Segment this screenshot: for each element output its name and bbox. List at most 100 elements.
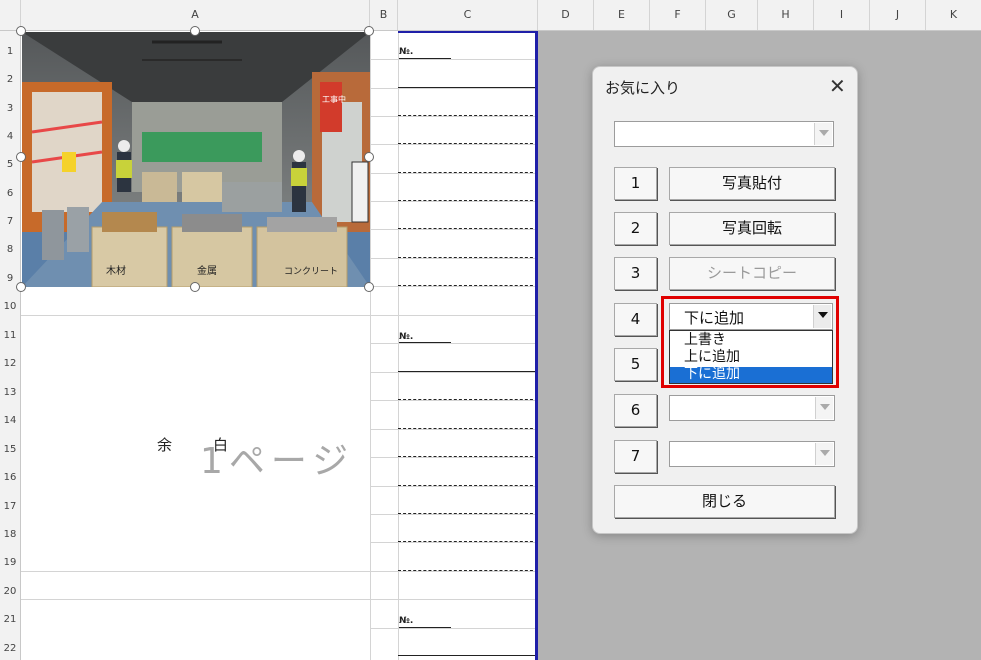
sign-concrete: コンクリート — [284, 266, 338, 277]
grid-line — [370, 628, 538, 629]
resize-handle[interactable] — [16, 282, 26, 292]
chevron-down-icon[interactable] — [815, 397, 833, 419]
row-header[interactable]: 6 — [0, 188, 20, 199]
row-header[interactable]: 13 — [0, 387, 20, 398]
row-header[interactable]: 12 — [0, 358, 20, 369]
grid-line — [370, 229, 538, 230]
slot-6-button[interactable]: 6 — [614, 394, 657, 427]
row-header[interactable]: 17 — [0, 501, 20, 512]
grid-line — [370, 514, 538, 515]
row-header[interactable]: 4 — [0, 131, 20, 142]
dropdown-option-insert-below[interactable]: 下に追加 — [670, 367, 832, 383]
row-header[interactable]: 16 — [0, 472, 20, 483]
grid-line — [370, 31, 371, 660]
sign-wood: 木材 — [106, 264, 126, 277]
chevron-down-icon[interactable] — [813, 305, 831, 328]
number-underline — [399, 58, 451, 59]
row-header[interactable]: 10 — [0, 301, 20, 312]
column-header-c[interactable]: C — [398, 0, 538, 30]
favorite-select-combo[interactable] — [614, 121, 834, 147]
sheet-copy-button[interactable]: シートコピー — [669, 257, 835, 290]
resize-handle[interactable] — [364, 152, 374, 162]
dotted-line — [398, 228, 538, 229]
row-header[interactable]: 11 — [0, 330, 20, 341]
dotted-line — [398, 428, 538, 429]
resize-handle[interactable] — [190, 26, 200, 36]
column-header-h[interactable]: H — [758, 0, 814, 30]
row-header[interactable]: 7 — [0, 216, 20, 227]
dotted-line — [398, 456, 538, 457]
row-header[interactable]: 3 — [0, 103, 20, 114]
dialog-title: お気に入り — [605, 79, 681, 97]
slot-2-button[interactable]: 2 — [614, 212, 657, 245]
grid-line — [398, 31, 399, 660]
number-underline — [399, 627, 451, 628]
grid-line — [21, 571, 538, 572]
slot-7-combo[interactable] — [669, 441, 835, 467]
grid-line — [370, 542, 538, 543]
page-break-border-top — [398, 31, 538, 33]
row-header[interactable]: 21 — [0, 614, 20, 625]
row-header[interactable]: 20 — [0, 586, 20, 597]
row-header[interactable]: 22 — [0, 643, 20, 654]
resize-handle[interactable] — [16, 152, 26, 162]
photo-rotate-button[interactable]: 写真回転 — [669, 212, 835, 245]
column-header-i[interactable]: I — [814, 0, 870, 30]
column-header-e[interactable]: E — [594, 0, 650, 30]
slot-1-button[interactable]: 1 — [614, 167, 657, 200]
dotted-line — [398, 541, 538, 542]
dotted-line — [398, 485, 538, 486]
row-header[interactable]: 15 — [0, 444, 20, 455]
column-header-g[interactable]: G — [706, 0, 758, 30]
dialog-close-button[interactable]: 閉じる — [614, 485, 835, 518]
row-header[interactable]: 14 — [0, 415, 20, 426]
column-header-b[interactable]: B — [370, 0, 398, 30]
ruled-line — [398, 655, 538, 656]
slot-7-button[interactable]: 7 — [614, 440, 657, 473]
row-header[interactable]: 18 — [0, 529, 20, 540]
column-header-f[interactable]: F — [650, 0, 706, 30]
grid-line — [370, 258, 538, 259]
column-header-d[interactable]: D — [538, 0, 594, 30]
dropdown-option-overwrite[interactable]: 上書き — [684, 333, 726, 347]
photo-paste-button[interactable]: 写真貼付 — [669, 167, 835, 200]
sign-construction: 工事中 — [322, 94, 346, 104]
row-header[interactable]: 19 — [0, 557, 20, 568]
dotted-line — [398, 285, 538, 286]
slot-3-button[interactable]: 3 — [614, 257, 657, 290]
row-header[interactable]: 1 — [0, 46, 20, 57]
grid-line — [370, 88, 538, 89]
slot-6-combo[interactable] — [669, 395, 835, 421]
dropdown-option-insert-above[interactable]: 上に追加 — [684, 350, 740, 364]
dotted-line — [398, 115, 538, 116]
row-header[interactable]: 8 — [0, 244, 20, 255]
resize-handle[interactable] — [364, 26, 374, 36]
resize-handle[interactable] — [364, 282, 374, 292]
number-label: №. — [399, 332, 414, 342]
slot-4-button[interactable]: 4 — [614, 303, 657, 336]
chevron-down-icon[interactable] — [815, 443, 833, 465]
dotted-line — [398, 570, 538, 571]
grid-line — [370, 372, 538, 373]
grid-line — [370, 201, 538, 202]
grid-line — [370, 429, 538, 430]
slot-5-button[interactable]: 5 — [614, 348, 657, 381]
grid-line — [370, 59, 538, 60]
chevron-down-icon[interactable] — [814, 123, 832, 145]
column-header-k[interactable]: K — [926, 0, 981, 30]
ruled-line — [398, 371, 538, 372]
site-photo[interactable]: 木材 金属 コンクリート 工事中 — [22, 32, 370, 287]
page-break-border — [535, 31, 538, 660]
number-label: №. — [399, 616, 414, 626]
insert-mode-combo[interactable]: 下に追加 — [669, 303, 833, 330]
resize-handle[interactable] — [190, 282, 200, 292]
grid-line — [21, 599, 538, 600]
row-header[interactable]: 2 — [0, 74, 20, 85]
column-header-j[interactable]: J — [870, 0, 926, 30]
grid-line — [370, 400, 538, 401]
grid-line — [370, 286, 538, 287]
grid-line — [21, 315, 538, 316]
close-icon[interactable]: ✕ — [829, 74, 846, 98]
resize-handle[interactable] — [16, 26, 26, 36]
dotted-line — [398, 143, 538, 144]
